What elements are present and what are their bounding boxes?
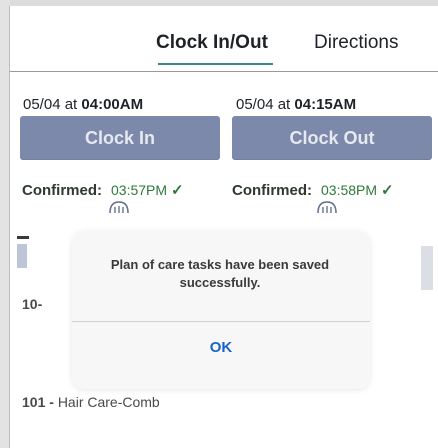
active-tab-indicator xyxy=(158,63,273,65)
clock-in-time: 04:00AM xyxy=(81,96,144,113)
confirmed-time: 03:58PM xyxy=(321,182,378,198)
clock-out-time: 04:15AM xyxy=(294,96,357,113)
confirmed-label: Confirmed: xyxy=(232,182,312,199)
clock-out-scheduled: 05/04 at 04:15AM xyxy=(236,96,356,113)
dialog-message: Plan of care tasks have been saved succe… xyxy=(110,257,330,290)
dialog-divider xyxy=(72,321,370,322)
tab-clock-in-out[interactable]: Clock In/Out xyxy=(156,32,268,54)
tab-bar: Clock In/Out Directions xyxy=(10,6,438,66)
check-icon: ✓ xyxy=(171,182,184,199)
clock-out-date: 05/04 at xyxy=(236,96,295,113)
save-confirmation-dialog: Plan of care tasks have been saved succe… xyxy=(72,231,370,389)
clock-out-confirmation: Confirmed: 03:58PM ✓ xyxy=(232,181,394,199)
tab-directions[interactable]: Directions xyxy=(314,32,398,54)
dialog-ok-button[interactable]: OK xyxy=(72,339,370,356)
header-divider xyxy=(10,71,438,72)
confirmed-label: Confirmed: xyxy=(22,182,102,199)
clock-in-button[interactable]: Clock In xyxy=(20,116,220,160)
clock-in-confirmation: Confirmed: 03:57PM ✓ xyxy=(22,181,184,199)
clock-in-scheduled: 05/04 at 04:00AM xyxy=(23,96,143,113)
confirmed-time: 03:57PM xyxy=(111,182,168,198)
clock-in-date: 05/04 at xyxy=(23,96,82,113)
check-icon: ✓ xyxy=(381,182,394,199)
clock-out-button[interactable]: Clock Out xyxy=(232,116,432,160)
